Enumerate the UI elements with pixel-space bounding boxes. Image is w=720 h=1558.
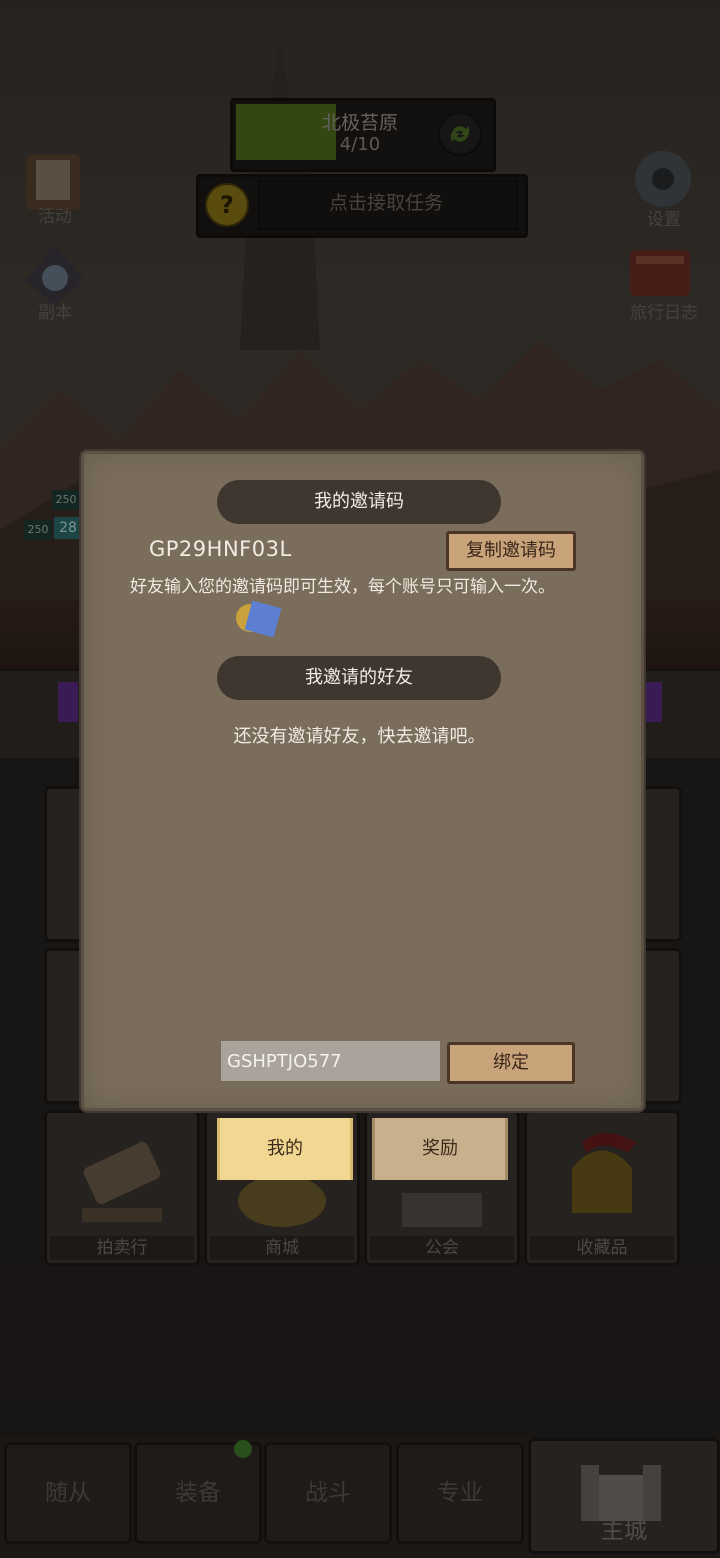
bind-code-input[interactable] [221, 1041, 440, 1081]
my-invite-code: GP29HNF03L [149, 537, 292, 561]
invite-info-text: 好友输入您的邀请码即可生效，每个账号只可输入一次。 [130, 577, 555, 597]
copy-invite-code-button[interactable]: 复制邀请码 [446, 531, 576, 571]
grid-tile-icon [236, 600, 282, 638]
bind-button[interactable]: 绑定 [447, 1042, 575, 1084]
no-friends-message: 还没有邀请好友，快去邀请吧。 [233, 726, 486, 747]
tab-reward[interactable]: 奖励 [372, 1118, 508, 1180]
my-invite-code-banner: 我的邀请码 [217, 480, 501, 524]
invited-friends-banner: 我邀请的好友 [217, 656, 501, 700]
tab-mine[interactable]: 我的 [217, 1118, 353, 1180]
